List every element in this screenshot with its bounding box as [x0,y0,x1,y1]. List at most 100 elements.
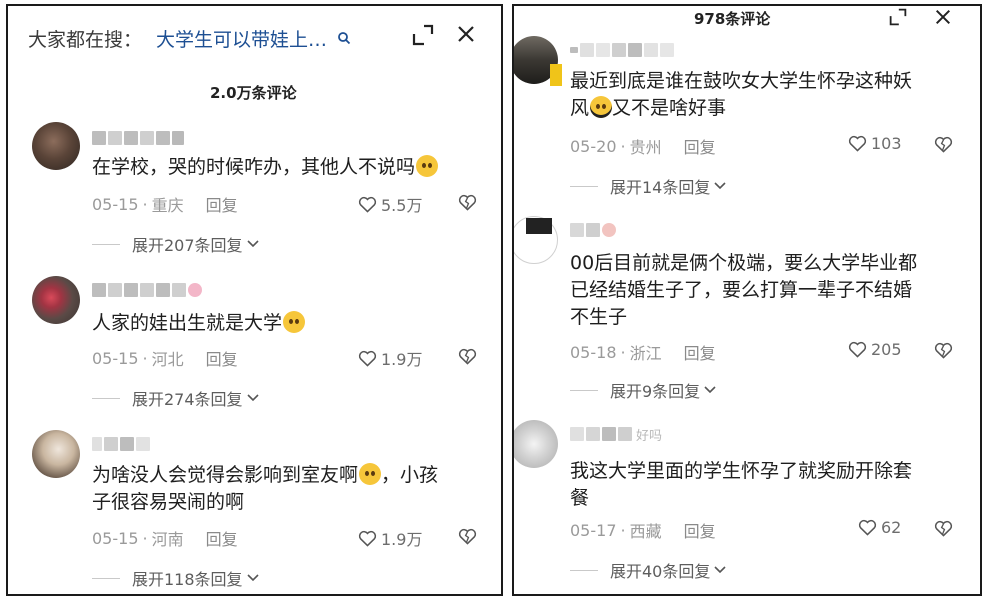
expand-replies-button[interactable]: 展开40条回复 [570,558,726,582]
like-button[interactable]: 5.5万 [358,192,422,216]
dislike-icon[interactable] [934,342,953,359]
like-count: 5.5万 [381,196,423,215]
reply-button[interactable]: 回复 [206,346,238,370]
avatar[interactable] [32,430,80,478]
meta-separator: · [620,136,626,156]
search-label: 大家都在搜： [28,28,143,51]
heart-icon [358,350,377,367]
chevron-down-icon [714,182,726,190]
expand-replies-button[interactable]: 展开9条回复 [570,378,716,402]
expand-replies-label: 展开118条回复 [132,570,243,589]
reply-button[interactable]: 回复 [684,518,716,542]
comment-text: 00后目前就是俩个极端，要么大学毕业都 已经结婚生子了，要么打算一辈子不结婚 不生子 [570,252,918,328]
right-comment-panel: 978条评论 最近到底是谁在鼓吹女大学生怀孕这种妖风又不是啥好事 05-20 ·… [512,4,982,596]
dislike-icon[interactable] [934,520,953,537]
heart-icon [848,135,867,152]
divider-line [92,577,120,579]
expand-replies-button[interactable]: 展开274条回复 [92,386,259,410]
like-button[interactable]: 1.9万 [358,346,422,370]
comment-location: 河北 [151,350,184,369]
avatar[interactable] [514,420,558,468]
comment-meta: 05-17 · 西藏 回复 [570,518,716,542]
avatar[interactable] [32,122,80,170]
expand-replies-label: 展开40条回复 [610,562,711,581]
close-icon[interactable] [934,8,952,26]
avatar-accent [550,64,562,86]
comment-location: 浙江 [629,344,662,363]
search-query-link[interactable]: 大学生可以带娃上… [156,25,327,52]
divider-line [92,397,120,399]
meta-separator: · [620,342,626,362]
dislike-icon[interactable] [458,528,477,545]
comment-meta: 05-18 · 浙江 回复 [570,340,716,364]
like-count: 1.9万 [381,530,423,549]
heart-icon [358,196,377,213]
username-blurred[interactable] [92,130,184,146]
expand-icon[interactable] [412,24,434,46]
comment-meta: 05-20 · 贵州 回复 [570,134,716,158]
dislike-icon[interactable] [458,348,477,365]
expand-replies-label: 展开14条回复 [610,178,711,197]
meta-separator: · [142,348,148,368]
like-count: 103 [871,134,902,153]
comment-date: 05-15 [92,348,139,368]
chevron-down-icon [246,240,259,248]
chevron-down-icon [246,394,259,402]
username-blurred[interactable] [92,436,150,452]
like-count: 1.9万 [381,350,423,369]
chevron-down-icon [704,386,716,394]
divider-line [92,243,120,245]
divider-line [570,569,598,571]
close-icon[interactable] [456,24,476,44]
comment-location: 贵州 [629,138,662,157]
comment-date: 05-15 [92,528,139,548]
comment-count-title: 2.0万条评论 [210,84,297,102]
like-button[interactable]: 62 [858,518,901,537]
divider-line [570,389,598,391]
trending-search-bar[interactable]: 大家都在搜： 大学生可以带娃上… [28,22,351,54]
comment-location: 河南 [151,530,184,549]
chevron-down-icon [714,566,726,574]
expand-replies-button[interactable]: 展开207条回复 [92,232,259,256]
search-icon[interactable] [337,31,351,45]
dislike-icon[interactable] [934,136,953,153]
username-fragment: 好吗 [636,428,663,444]
avatar[interactable] [32,276,80,324]
headphone-face-emoji [590,96,613,118]
heart-icon [858,519,877,536]
comment-date: 05-17 [570,520,617,540]
comment-text: 我这大学里面的学生怀孕了就奖励开除套餐 [570,460,913,509]
like-button[interactable]: 205 [848,340,902,359]
comment-text: 在学校，哭的时候咋办，其他人不说吗 [92,154,439,181]
crying-laughing-emoji [283,311,306,333]
comment-text: 人家的娃出生就是大学 [92,310,306,337]
like-button[interactable]: 1.9万 [358,526,422,550]
reply-button[interactable]: 回复 [684,134,716,158]
expand-replies-button[interactable]: 展开118条回复 [92,566,259,590]
comment-date: 05-15 [92,194,139,214]
like-count: 205 [871,340,902,359]
comment-date: 05-20 [570,136,617,156]
dislike-icon[interactable] [458,194,477,211]
username-blurred[interactable] [570,222,616,238]
username-blurred[interactable]: 好吗 [570,426,663,444]
comment-count-title: 978条评论 [694,10,771,28]
expand-replies-label: 展开9条回复 [610,382,701,401]
comment-meta: 05-15 · 重庆 回复 [92,192,238,216]
reply-button[interactable]: 回复 [206,526,238,550]
expand-replies-button[interactable]: 展开14条回复 [570,174,726,198]
comment-location: 西藏 [629,522,662,541]
reply-button[interactable]: 回复 [206,192,238,216]
dizzy-face-emoji [359,463,382,485]
comment-text: 为啥没人会觉得会影响到室友啊 ，小孩 子很容易哭闹的啊 [92,463,439,513]
pleading-face-emoji [416,155,439,177]
username-blurred[interactable] [92,282,202,298]
reply-button[interactable]: 回复 [684,340,716,364]
like-button[interactable]: 103 [848,134,902,153]
comment-text: 最近到底是谁在鼓吹女大学生怀孕这种妖风又不是啥好事 [570,70,913,119]
meta-separator: · [142,528,148,548]
expand-icon[interactable] [888,8,908,26]
username-blurred[interactable] [570,42,674,58]
divider-line [570,185,598,187]
expand-replies-label: 展开207条回复 [132,236,243,255]
